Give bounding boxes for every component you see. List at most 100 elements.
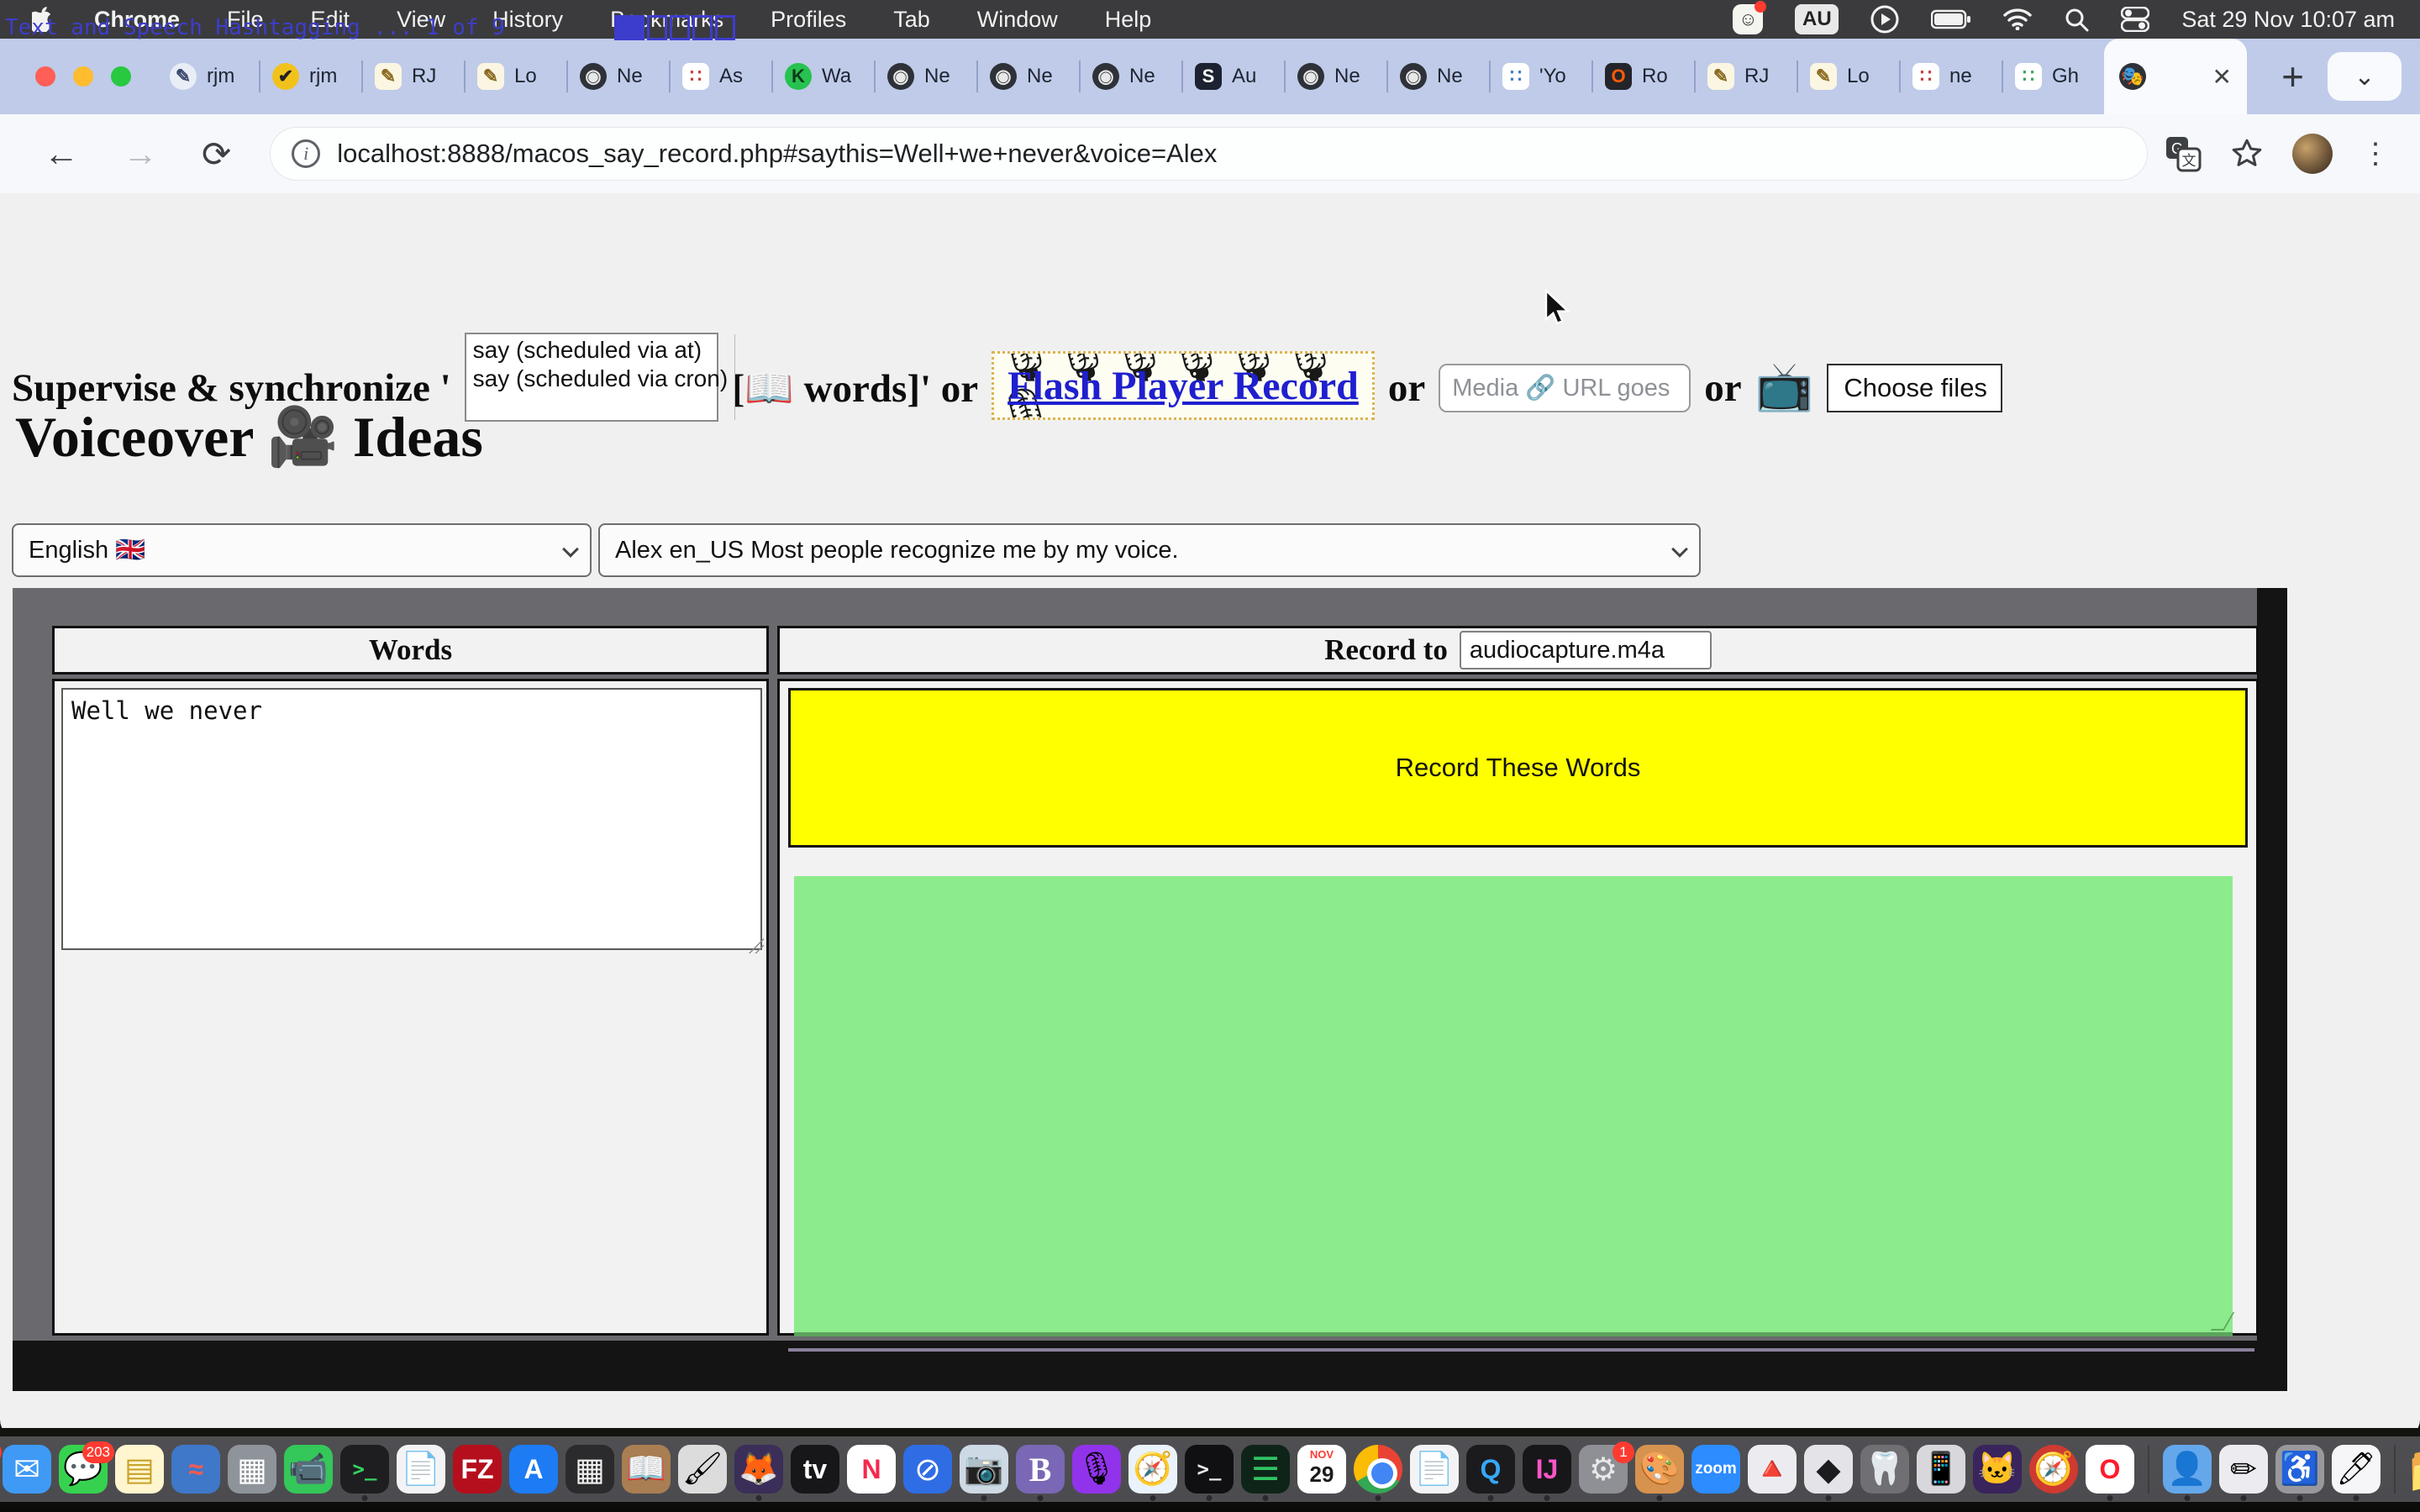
- dock-item-screen-block[interactable]: ⊘: [902, 1436, 953, 1502]
- minimize-window-button[interactable]: [73, 66, 93, 87]
- back-button[interactable]: ←: [22, 134, 101, 174]
- dock-item-intellij[interactable]: IJ: [1522, 1436, 1572, 1502]
- browser-tab[interactable]: ✎RJ: [361, 39, 464, 114]
- now-playing-icon[interactable]: [1870, 5, 1899, 34]
- browser-tab[interactable]: ✎Lo: [464, 39, 566, 114]
- menu-item-profiles[interactable]: Profiles: [747, 7, 870, 33]
- dock-item-facetime[interactable]: 📹: [283, 1436, 334, 1502]
- record-filename-input[interactable]: [1460, 631, 1712, 669]
- dock-item-firefox[interactable]: 🦊: [734, 1436, 784, 1502]
- browser-tab[interactable]: ✎Lo: [1797, 39, 1899, 114]
- reload-button[interactable]: ⟳: [180, 134, 253, 175]
- dock-item-safari[interactable]: 🧭: [1128, 1436, 1178, 1502]
- voice-select[interactable]: Alex en_US Most people recognize me by m…: [598, 523, 1701, 577]
- dock-item-notes[interactable]: ▤: [114, 1436, 165, 1502]
- listbox-scrollbar[interactable]: [734, 334, 735, 420]
- dock-item-molar-app[interactable]: 🦷: [1860, 1436, 1910, 1502]
- browser-tab[interactable]: ◉Ne: [1284, 39, 1386, 114]
- dock-item-news[interactable]: N: [846, 1436, 897, 1502]
- dock-item-terminal[interactable]: >_: [339, 1436, 390, 1502]
- dock-item-preview[interactable]: 📄: [1409, 1436, 1460, 1502]
- menu-item-window[interactable]: Window: [954, 7, 1081, 33]
- choose-files-button[interactable]: Choose files: [1827, 364, 2002, 412]
- dock-item-iphone-mirroring[interactable]: 📱: [1916, 1436, 1966, 1502]
- translate-icon[interactable]: G 文: [2165, 135, 2202, 172]
- bookmark-star-icon[interactable]: [2230, 137, 2264, 171]
- dock-item-apple-tv[interactable]: tv: [790, 1436, 840, 1502]
- browser-tab[interactable]: ✔rjm: [259, 39, 361, 114]
- control-center-icon[interactable]: [2121, 7, 2149, 32]
- dock-item-textedit[interactable]: 📄: [396, 1436, 446, 1502]
- dock-item-calendar[interactable]: 29: [1297, 1436, 1347, 1502]
- browser-tab[interactable]: ◉Ne: [1079, 39, 1181, 114]
- dock-item-zoom[interactable]: zoom: [1691, 1436, 1741, 1502]
- words-textarea[interactable]: Well we never: [61, 688, 762, 950]
- browser-tab[interactable]: ∷ne: [1899, 39, 2002, 114]
- new-tab-button[interactable]: +: [2258, 43, 2328, 110]
- input-source-menu[interactable]: AU: [1795, 4, 1839, 34]
- browser-tab[interactable]: SAu: [1181, 39, 1284, 114]
- textarea-resize-grip[interactable]: [749, 938, 764, 953]
- dock-item-launchpad[interactable]: ▦: [227, 1436, 277, 1502]
- dock-item-inkscape[interactable]: ◆: [1803, 1436, 1854, 1502]
- dock-item-terminal-3[interactable]: ☰: [1240, 1436, 1291, 1502]
- dock-item-gimp[interactable]: 🖌: [677, 1436, 728, 1502]
- site-info-icon[interactable]: i: [292, 139, 320, 168]
- menu-clock[interactable]: Sat 29 Nov 10:07 am: [2181, 7, 2395, 33]
- dock-item-3d-tool[interactable]: 🔺: [1747, 1436, 1797, 1502]
- dock-item-accessibility[interactable]: ♿: [2275, 1436, 2325, 1502]
- say-command-listbox[interactable]: saysay (scheduled via at)say (scheduled …: [465, 333, 718, 422]
- dock-item-downloads-folder[interactable]: 📁: [2408, 1436, 2420, 1502]
- dock-item-notepad[interactable]: 🖊: [2331, 1436, 2381, 1502]
- browser-tab[interactable]: ∷'Yo: [1489, 39, 1591, 114]
- dock-item-mail[interactable]: ✉: [2, 1436, 52, 1502]
- dock-item-opera[interactable]: O: [2085, 1436, 2135, 1502]
- browser-tab[interactable]: KWa: [771, 39, 874, 114]
- dock-item-paint-palette[interactable]: 🎨: [1634, 1436, 1685, 1502]
- say-option[interactable]: say (scheduled via at): [466, 336, 734, 365]
- dock-item-pencil-doc[interactable]: ✏: [2218, 1436, 2269, 1502]
- dock-item-photo-booth[interactable]: 📷: [959, 1436, 1009, 1502]
- close-window-button[interactable]: [35, 66, 55, 87]
- battery-icon[interactable]: [1931, 9, 1971, 29]
- tab-search-button[interactable]: ⌄: [2328, 52, 2402, 101]
- forward-button[interactable]: →: [101, 134, 180, 174]
- omnibox[interactable]: i localhost:8888/macos_say_record.php#sa…: [270, 127, 2148, 181]
- browser-tab[interactable]: ORo: [1591, 39, 1694, 114]
- chrome-menu-kebab-icon[interactable]: ⋮: [2361, 137, 2390, 171]
- browser-tab[interactable]: ✎RJ: [1694, 39, 1797, 114]
- dock-item-chrome[interactable]: [1353, 1436, 1403, 1502]
- dock-item-terminal-2[interactable]: >_: [1184, 1436, 1234, 1502]
- browser-tab[interactable]: ◉Ne: [1386, 39, 1489, 114]
- active-tab[interactable]: 🎭✕: [2104, 39, 2247, 114]
- spotlight-icon[interactable]: [2064, 7, 2089, 32]
- media-url-input[interactable]: [1439, 364, 1691, 412]
- zoom-window-button[interactable]: [111, 66, 131, 87]
- flash-player-record-link[interactable]: Flash Player Record: [1007, 364, 1359, 408]
- browser-tab[interactable]: ∷As: [669, 39, 771, 114]
- dock-item-podcasts[interactable]: 🎙: [1071, 1436, 1122, 1502]
- dock-item-filezilla[interactable]: FZ: [452, 1436, 502, 1502]
- browser-tab[interactable]: ◉Ne: [566, 39, 669, 114]
- language-select[interactable]: English 🇬🇧: [12, 523, 592, 577]
- menu-item-help[interactable]: Help: [1081, 7, 1176, 33]
- dock-item-app-store[interactable]: A: [508, 1436, 559, 1502]
- dock-item-messages[interactable]: 💬203: [58, 1436, 108, 1502]
- menu-item-tab[interactable]: Tab: [870, 7, 954, 33]
- url-text[interactable]: localhost:8888/macos_say_record.php#sayt…: [337, 139, 1217, 169]
- dock-item-person-window[interactable]: 👤: [2162, 1436, 2212, 1502]
- dock-item-bbedit[interactable]: B: [1015, 1436, 1065, 1502]
- browser-tab[interactable]: ✎rjm: [156, 39, 259, 114]
- browser-tab[interactable]: ◉Ne: [976, 39, 1079, 114]
- browser-tab[interactable]: ◉Ne: [874, 39, 976, 114]
- dock-item-calculator[interactable]: ▦: [565, 1436, 615, 1502]
- record-these-words-button[interactable]: Record These Words: [788, 688, 2248, 848]
- menu-extra-app-icon[interactable]: ☺: [1733, 4, 1763, 34]
- dock-item-quicktime[interactable]: Q: [1465, 1436, 1516, 1502]
- dock-item-audio-wave[interactable]: ≈: [171, 1436, 221, 1502]
- dock-item-contacts[interactable]: 📖: [621, 1436, 671, 1502]
- dock-item-purple-cat[interactable]: 🐱: [1972, 1436, 2023, 1502]
- dock-item-red-compass[interactable]: 🧭: [2028, 1436, 2079, 1502]
- profile-avatar[interactable]: [2292, 134, 2333, 174]
- browser-tab[interactable]: ∷Gh: [2002, 39, 2104, 114]
